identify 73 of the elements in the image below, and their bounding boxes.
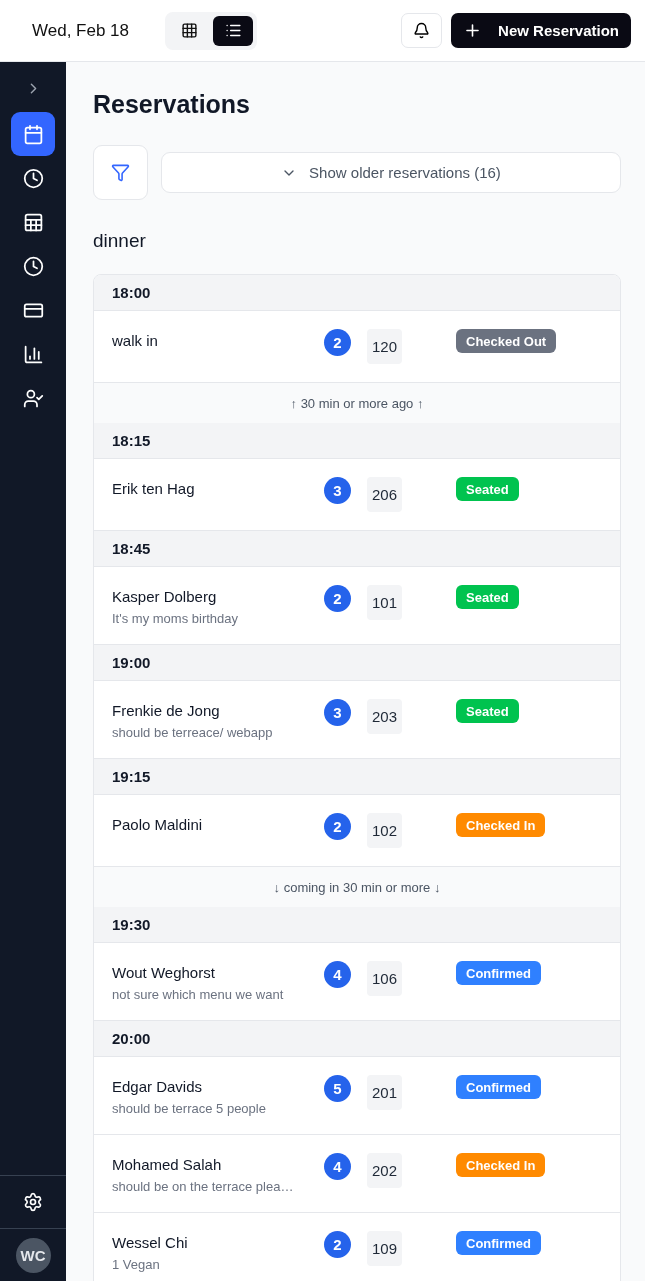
guest-note: should be on the terrace plea… [112, 1179, 295, 1194]
time-slot-header: 19:15 [94, 759, 620, 795]
table-number: 106 [367, 961, 402, 996]
clock-icon [22, 167, 44, 189]
guest-name: Mohamed Salah [112, 1156, 223, 1173]
guest-note: should be terreace/ webapp [112, 725, 274, 740]
table-icon [22, 211, 44, 233]
guest-name: Edgar Davids [112, 1078, 204, 1095]
status-badge: Confirmed [456, 1075, 541, 1099]
status-badge: Checked Out [456, 329, 557, 353]
status-badge: Checked In [456, 1153, 546, 1177]
page-title: Reservations [93, 90, 252, 119]
status-badge: Confirmed [456, 961, 541, 985]
new-reservation-button[interactable]: New Reservation [451, 13, 631, 48]
table-number: 101 [367, 585, 402, 620]
bar-chart-icon [22, 343, 44, 365]
party-size: 2 [324, 813, 351, 840]
time-slot-header: 18:15 [94, 423, 620, 459]
guest-name: Kasper Dolberg [112, 588, 218, 605]
status-badge: Seated [456, 585, 519, 609]
table-number: 102 [367, 813, 402, 848]
list-icon [224, 22, 242, 39]
user-check-icon [22, 387, 44, 409]
section-heading: dinner [93, 230, 147, 252]
table-number: 109 [367, 1231, 402, 1266]
table-number: 202 [367, 1153, 402, 1188]
guest-note: should be terrace 5 people [112, 1101, 267, 1116]
guest-name: Frenkie de Jong [112, 702, 221, 719]
status-badge: Confirmed [456, 1231, 541, 1255]
party-size: 2 [324, 329, 351, 356]
status-badge: Seated [456, 699, 519, 723]
guest-name: Wessel Chi [112, 1234, 189, 1251]
reservation-row[interactable]: Mohamed Salah should be on the terrace plea… 4 202 Checked In [94, 1135, 620, 1213]
list-view-button[interactable] [213, 15, 254, 46]
guest-note: 1 Vegan [112, 1257, 161, 1272]
table-number: 120 [367, 329, 402, 364]
party-size: 3 [324, 477, 351, 504]
guest-name: walk in [112, 332, 159, 349]
guest-name: Erik ten Hag [112, 480, 196, 497]
time-slot-header: 18:45 [94, 531, 620, 567]
status-badge: Checked In [456, 813, 546, 837]
table-number: 201 [367, 1075, 402, 1110]
sidebar-item[interactable] [11, 112, 55, 156]
guest-note: It's my moms birthday [112, 611, 239, 626]
time-slot-header: 19:00 [94, 645, 620, 681]
filter-button[interactable] [93, 145, 148, 200]
party-size: 4 [324, 961, 351, 988]
grid-icon [180, 22, 198, 39]
clock-icon [22, 255, 44, 277]
reservation-row[interactable]: Edgar Davids should be terrace 5 people 5 201 Confirmed [94, 1057, 620, 1135]
time-slot-header: 18:00 [94, 275, 620, 311]
guest-note: not sure which menu we want [112, 987, 285, 1002]
user-avatar[interactable]: WC [15, 1237, 51, 1273]
settings-icon[interactable] [23, 1192, 43, 1212]
calendar-icon [22, 123, 44, 145]
status-badge: Seated [456, 477, 519, 501]
party-size: 3 [324, 699, 351, 726]
party-size: 4 [324, 1153, 351, 1180]
guest-name: Wout Weghorst [112, 964, 216, 981]
table-number: 206 [367, 477, 402, 512]
party-size: 2 [324, 585, 351, 612]
time-slot-header: 19:30 [94, 907, 620, 943]
reservation-row[interactable]: Wessel Chi 1 Vegan 2 109 Confirmed [94, 1213, 620, 1281]
filter-icon [111, 163, 130, 182]
bell-icon [413, 22, 431, 39]
notifications-button[interactable] [401, 13, 443, 48]
date-label: Wed, Feb 18 [32, 20, 130, 41]
time-slot-header: 20:00 [94, 1021, 620, 1057]
table-number: 203 [367, 699, 402, 734]
party-size: 2 [324, 1231, 351, 1258]
party-size: 5 [324, 1075, 351, 1102]
guest-name: Paolo Maldini [112, 816, 204, 833]
show-older-button[interactable]: Show older reservations (16) [161, 152, 621, 193]
